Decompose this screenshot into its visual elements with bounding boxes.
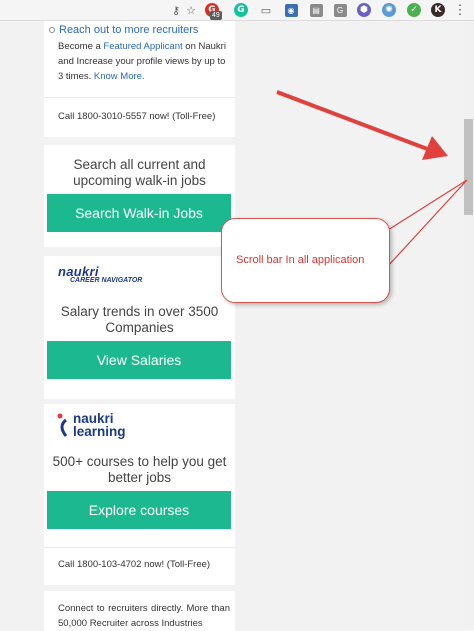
extension-hex-icon[interactable]: ⬢ — [356, 2, 372, 18]
learning-text: 500+ courses to help you get better jobs — [52, 454, 227, 485]
recruiters-body: Become a Featured Applicant on Naukri an… — [58, 41, 226, 82]
tollfree-call-text: Call 1800-103-4702 now! (Toll-Free) — [58, 559, 211, 570]
star-icon[interactable]: ☆ — [183, 2, 199, 18]
bullet-icon — [49, 27, 55, 34]
extension-user-icon[interactable]: ◉ — [283, 2, 299, 18]
naukri-swoosh-icon — [57, 413, 68, 437]
divider — [44, 97, 235, 98]
naukri-learning-logo: naukri learning — [56, 412, 126, 438]
annotation-callout: Scroll bar In all application — [221, 218, 390, 303]
extension-wheel-icon[interactable]: ✺ — [381, 2, 397, 18]
vertical-scrollbar[interactable] — [463, 21, 474, 627]
salary-card: naukri CAREER NAVIGATOR Salary trends in… — [44, 256, 235, 399]
key-icon[interactable]: ⚷ — [168, 2, 184, 18]
divider — [44, 547, 235, 548]
extension-badge: 49 — [210, 11, 222, 20]
salary-text: Salary trends in over 3500 Companies — [60, 304, 219, 335]
walkin-card: Search all current and upcoming walk-in … — [44, 145, 235, 247]
naukri-career-navigator-logo: naukri CAREER NAVIGATOR — [58, 264, 143, 284]
profile-avatar[interactable]: K — [430, 2, 446, 18]
page-content: Reach out to more recruiters Become a Fe… — [0, 21, 463, 631]
extension-gray-icon[interactable]: ▤ — [308, 2, 324, 18]
featured-applicant-link[interactable]: Featured Applicant — [103, 41, 182, 52]
grammarly-icon[interactable]: G — [233, 2, 249, 18]
browser-toolbar: ⚷ ☆ G 49 G ▭ ◉ ▤ G ⬢ ✺ ✓ K ⋮ — [0, 0, 474, 21]
learning-card: naukri learning 500+ courses to help you … — [44, 404, 235, 585]
scrollbar-thumb[interactable] — [464, 119, 473, 215]
search-walkin-jobs-button[interactable]: Search Walk-in Jobs — [47, 194, 231, 232]
view-salaries-button[interactable]: View Salaries — [47, 341, 231, 379]
recruiters-card: Reach out to more recruiters Become a Fe… — [44, 21, 235, 137]
callout-text: Scroll bar In all application — [236, 254, 365, 266]
menu-kebab-icon[interactable]: ⋮ — [452, 2, 468, 18]
walkin-text: Search all current and upcoming walk-in … — [73, 157, 206, 188]
explore-courses-button[interactable]: Explore courses — [47, 491, 231, 529]
recruiters-title[interactable]: Reach out to more recruiters — [49, 24, 198, 36]
know-more-link[interactable]: Know More. — [94, 71, 145, 82]
extension-g-icon[interactable]: G — [332, 2, 348, 18]
connect-card: Connect to recruiters directly. More tha… — [44, 591, 235, 631]
tollfree-call-text: Call 1800-3010-5557 now! (Toll-Free) — [58, 111, 216, 122]
cast-icon[interactable]: ▭ — [258, 2, 274, 18]
extension-check-icon[interactable]: ✓ — [406, 2, 422, 18]
